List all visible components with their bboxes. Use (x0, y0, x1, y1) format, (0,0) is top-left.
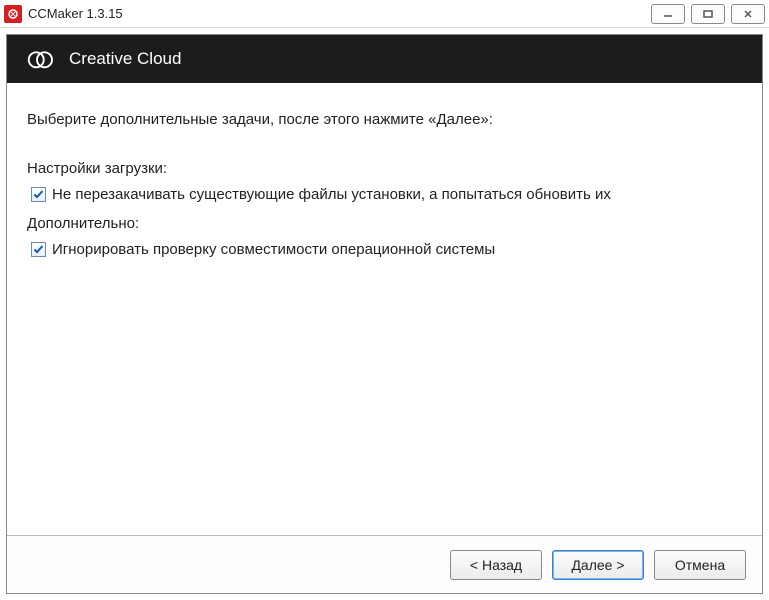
checkbox-redownload[interactable] (31, 187, 46, 202)
checkbox-row-redownload: Не перезакачивать существующие файлы уст… (27, 184, 742, 207)
back-button[interactable]: < Назад (450, 550, 542, 580)
dialog-title: Creative Cloud (69, 49, 181, 69)
creative-cloud-icon (25, 47, 55, 71)
app-icon (4, 5, 22, 23)
window-title: CCMaker 1.3.15 (28, 6, 651, 21)
section-additional-label: Дополнительно: (27, 213, 742, 236)
checkbox-ignore-os-label[interactable]: Игнорировать проверку совместимости опер… (52, 239, 495, 262)
dialog-header: Creative Cloud (7, 35, 762, 83)
section-download-label: Настройки загрузки: (27, 158, 742, 181)
next-button[interactable]: Далее > (552, 550, 644, 580)
minimize-button[interactable] (651, 4, 685, 24)
checkbox-row-ignore-os: Игнорировать проверку совместимости опер… (27, 239, 742, 262)
dialog-content: Выберите дополнительные задачи, после эт… (7, 83, 762, 535)
maximize-button[interactable] (691, 4, 725, 24)
titlebar: CCMaker 1.3.15 (0, 0, 769, 28)
instruction-text: Выберите дополнительные задачи, после эт… (27, 109, 742, 132)
window-controls (651, 4, 765, 24)
checkbox-ignore-os[interactable] (31, 242, 46, 257)
cancel-button[interactable]: Отмена (654, 550, 746, 580)
close-button[interactable] (731, 4, 765, 24)
dialog-footer: < Назад Далее > Отмена (7, 535, 762, 593)
checkbox-redownload-label[interactable]: Не перезакачивать существующие файлы уст… (52, 184, 611, 207)
dialog-frame: Creative Cloud Выберите дополнительные з… (6, 34, 763, 594)
